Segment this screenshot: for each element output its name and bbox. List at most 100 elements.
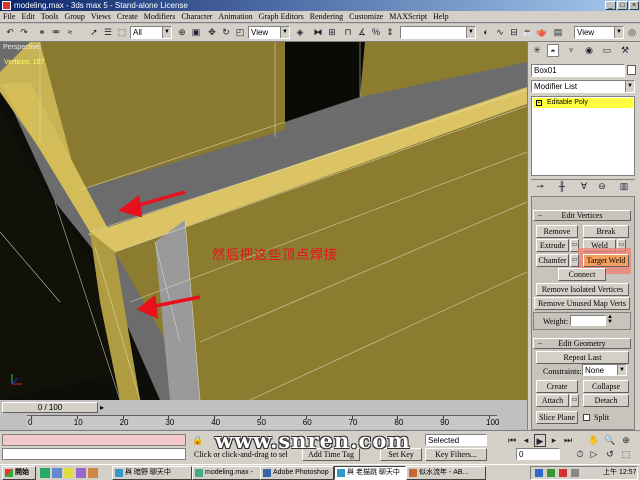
extrude-button[interactable]: Extrude — [536, 239, 569, 252]
menu-animation[interactable]: Animation — [215, 11, 255, 22]
tray-network-icon[interactable] — [535, 469, 543, 477]
menu-group[interactable]: Group — [61, 11, 87, 22]
constraints-dropdown[interactable]: None ▼ — [582, 364, 627, 376]
chamfer-settings-icon[interactable]: ▭ — [570, 254, 579, 267]
maxscript-output[interactable] — [2, 448, 186, 460]
split-checkbox[interactable] — [583, 414, 590, 421]
next-key-icon[interactable]: ▸ — [548, 434, 560, 447]
schematic-view-icon[interactable]: ⊟ — [508, 26, 520, 39]
remove-isolated-vertices-button[interactable]: Remove Isolated Vertices — [536, 283, 629, 296]
collapse-button[interactable]: Collapse — [583, 380, 629, 393]
reference-coordinate-dropdown[interactable]: View ▼ — [248, 26, 290, 39]
hierarchy-tab-icon[interactable]: ♆ — [565, 44, 577, 57]
break-button[interactable]: Break — [583, 225, 629, 238]
menu-help[interactable]: Help — [430, 11, 452, 22]
select-object-icon[interactable]: ➚ — [88, 26, 100, 39]
named-selection-dropdown[interactable]: ▼ — [400, 26, 476, 39]
time-config-icon[interactable]: ⏱ — [574, 448, 586, 461]
quick-launch-ie-icon[interactable] — [52, 468, 62, 478]
show-end-result-icon[interactable]: ╫ — [556, 180, 568, 193]
zoom-all-icon[interactable]: ⊕ — [620, 434, 632, 447]
quick-render-icon[interactable]: 🫖 — [536, 26, 548, 39]
material-editor-icon[interactable]: ◐ — [480, 26, 492, 39]
make-unique-icon[interactable]: ∀ — [578, 180, 590, 193]
edit-geometry-rollout-header[interactable]: − Edit Geometry — [533, 338, 631, 349]
slice-plane-button[interactable]: Slice Plane — [536, 411, 578, 424]
angle-snap-icon[interactable]: ∡ — [356, 26, 368, 39]
view-dropdown[interactable]: View ▼ — [574, 26, 624, 39]
menu-customize[interactable]: Customize — [346, 11, 386, 22]
selection-filter-dropdown[interactable]: All ▼ — [130, 26, 172, 39]
remove-unused-map-verts-button[interactable]: Remove Unused Map Verts — [534, 297, 630, 310]
render-scene-icon[interactable]: ☕ — [522, 26, 534, 39]
target-weld-button[interactable]: Target Weld — [583, 254, 629, 267]
select-by-name-icon[interactable]: ☰ — [102, 26, 114, 39]
close-button[interactable]: × — [629, 1, 639, 10]
quick-render-button-icon[interactable]: ◎ — [626, 26, 638, 39]
spinner-snap-icon[interactable]: ⇕ — [384, 26, 396, 39]
maximize-button[interactable]: □ — [617, 1, 628, 10]
field-of-view-icon[interactable]: ▷ — [588, 448, 600, 461]
motion-tab-icon[interactable]: ◉ — [583, 44, 595, 57]
select-region-icon[interactable]: ⊕ — [176, 26, 188, 39]
menu-edit[interactable]: Edit — [18, 11, 37, 22]
taskbar-item-chat-2[interactable]: 與 老猫跳 聊天中 — [334, 466, 406, 480]
attach-button[interactable]: Attach — [536, 394, 569, 407]
menu-tools[interactable]: Tools — [38, 11, 62, 22]
scale-icon[interactable]: ◰ — [234, 26, 246, 39]
menu-file[interactable]: File — [0, 11, 18, 22]
mirror-icon[interactable]: ⧓ — [312, 26, 324, 39]
repeat-last-button[interactable]: Repeat Last — [536, 351, 629, 364]
taskbar-item-photoshop[interactable]: Adobe Photoshop — [260, 466, 334, 480]
object-name-field[interactable]: Box01 — [531, 64, 625, 77]
quick-launch-folder-icon[interactable] — [64, 468, 74, 478]
arc-rotate-icon[interactable]: ↺ — [604, 448, 616, 461]
viewport-label[interactable]: Perspective — [3, 44, 40, 51]
menu-modifiers[interactable]: Modifiers — [141, 11, 179, 22]
redo-icon[interactable]: ↷ — [18, 26, 30, 39]
menu-views[interactable]: Views — [88, 11, 114, 22]
detach-button[interactable]: Detach — [583, 394, 629, 407]
selected-dropdown[interactable]: Selected — [425, 434, 487, 446]
current-frame-field[interactable]: 0 — [516, 448, 560, 460]
quick-launch-icon[interactable] — [40, 468, 50, 478]
play-icon[interactable]: ▶ — [534, 434, 546, 447]
lock-icon[interactable]: 🔒 — [192, 434, 204, 447]
pivot-center-icon[interactable]: ◈ — [294, 26, 306, 39]
quick-launch-extra-icon[interactable] — [88, 468, 98, 478]
taskbar-item-chat-1[interactable]: 與 暗野 聊天中 — [112, 466, 192, 480]
prev-frame-icon[interactable]: ◂ — [520, 434, 532, 447]
align-icon[interactable]: ⊞ — [326, 26, 338, 39]
tray-volume-icon[interactable] — [571, 469, 579, 477]
stack-item-editable-poly[interactable]: + Editable Poly — [533, 98, 633, 108]
go-to-end-icon[interactable]: ⏭ — [562, 434, 574, 447]
taskbar-item-3dsmax[interactable]: modeling.max - — [192, 466, 270, 480]
object-color-swatch[interactable] — [627, 65, 636, 75]
remove-button[interactable]: Remove — [536, 225, 578, 238]
expand-icon[interactable]: + — [536, 100, 542, 106]
go-to-start-icon[interactable]: ⏮ — [506, 434, 518, 447]
key-filters-button[interactable]: Key Filters... — [425, 448, 487, 461]
perspective-viewport[interactable]: Perspective Vertices: 167 然后把这些顶点焊接 — [0, 42, 527, 400]
edit-vertices-rollout-header[interactable]: − Edit Vertices — [533, 210, 631, 221]
weight-spinner[interactable] — [570, 315, 606, 326]
create-button[interactable]: Create — [536, 380, 578, 393]
tray-chat-icon[interactable] — [547, 469, 555, 477]
unlink-icon[interactable]: ⚮ — [50, 26, 62, 39]
region-select-icon[interactable]: ⬚ — [116, 26, 128, 39]
utilities-tab-icon[interactable]: ⚒ — [619, 44, 631, 57]
curve-editor-icon[interactable]: ∿ — [494, 26, 506, 39]
modifier-list-dropdown[interactable]: Modifier List ▼ — [531, 80, 635, 93]
pin-stack-icon[interactable]: ⊸ — [534, 180, 546, 193]
zoom-icon[interactable]: 🔍 — [604, 434, 616, 447]
quick-launch-media-icon[interactable] — [76, 468, 86, 478]
next-frame-icon[interactable]: ▸ — [100, 403, 104, 412]
bind-spacewarp-icon[interactable]: ≈ — [64, 26, 76, 39]
snap-icon[interactable]: ⊓ — [342, 26, 354, 39]
create-tab-icon[interactable]: ✳ — [531, 44, 543, 57]
menu-maxscript[interactable]: MAXScript — [386, 11, 430, 22]
select-link-icon[interactable]: ⚭ — [36, 26, 48, 39]
time-slider[interactable]: 0 / 100 — [2, 402, 98, 413]
minimize-button[interactable]: _ — [605, 1, 616, 10]
maximize-viewport-icon[interactable]: ⬚ — [620, 448, 632, 461]
